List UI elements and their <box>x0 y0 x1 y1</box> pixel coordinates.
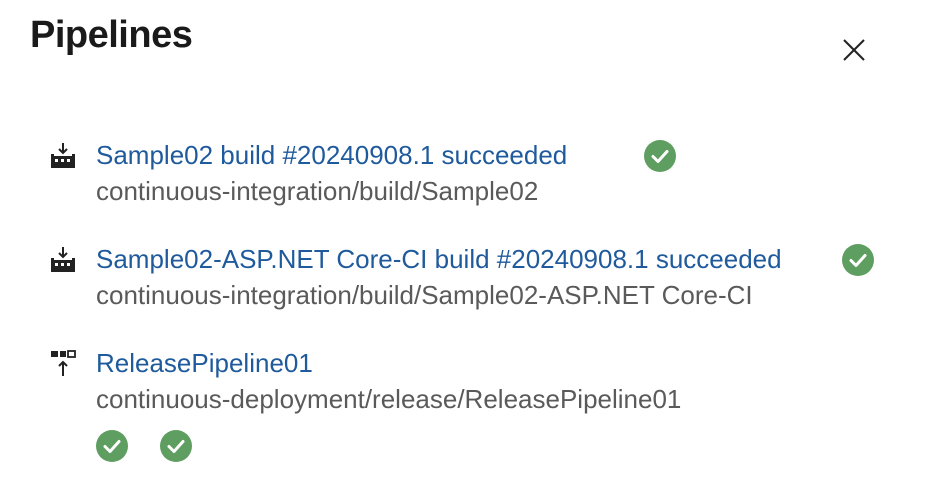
pipeline-link[interactable]: Sample02-ASP.NET Core-CI build #20240908… <box>96 244 782 275</box>
success-check-icon <box>644 140 676 172</box>
panel-title: Pipelines <box>30 14 193 56</box>
release-pipeline-icon <box>48 350 78 380</box>
pipeline-link[interactable]: ReleasePipeline01 <box>96 348 313 379</box>
stage-success-icon[interactable] <box>96 430 128 462</box>
pipeline-path: continuous-deployment/release/ReleasePip… <box>96 384 682 414</box>
build-pipeline-icon <box>48 246 78 276</box>
stage-success-icon[interactable] <box>160 430 192 462</box>
close-icon[interactable] <box>838 34 870 66</box>
pipeline-path: continuous-integration/build/Sample02 <box>96 176 539 206</box>
build-pipeline-icon <box>48 142 78 172</box>
pipeline-link[interactable]: Sample02 build #20240908.1 succeeded <box>96 140 567 171</box>
success-check-icon <box>842 244 874 276</box>
pipeline-path: continuous-integration/build/Sample02-AS… <box>96 280 753 310</box>
pipelines-panel: Pipelines Sample02 build #20240908.1 suc… <box>0 0 930 500</box>
